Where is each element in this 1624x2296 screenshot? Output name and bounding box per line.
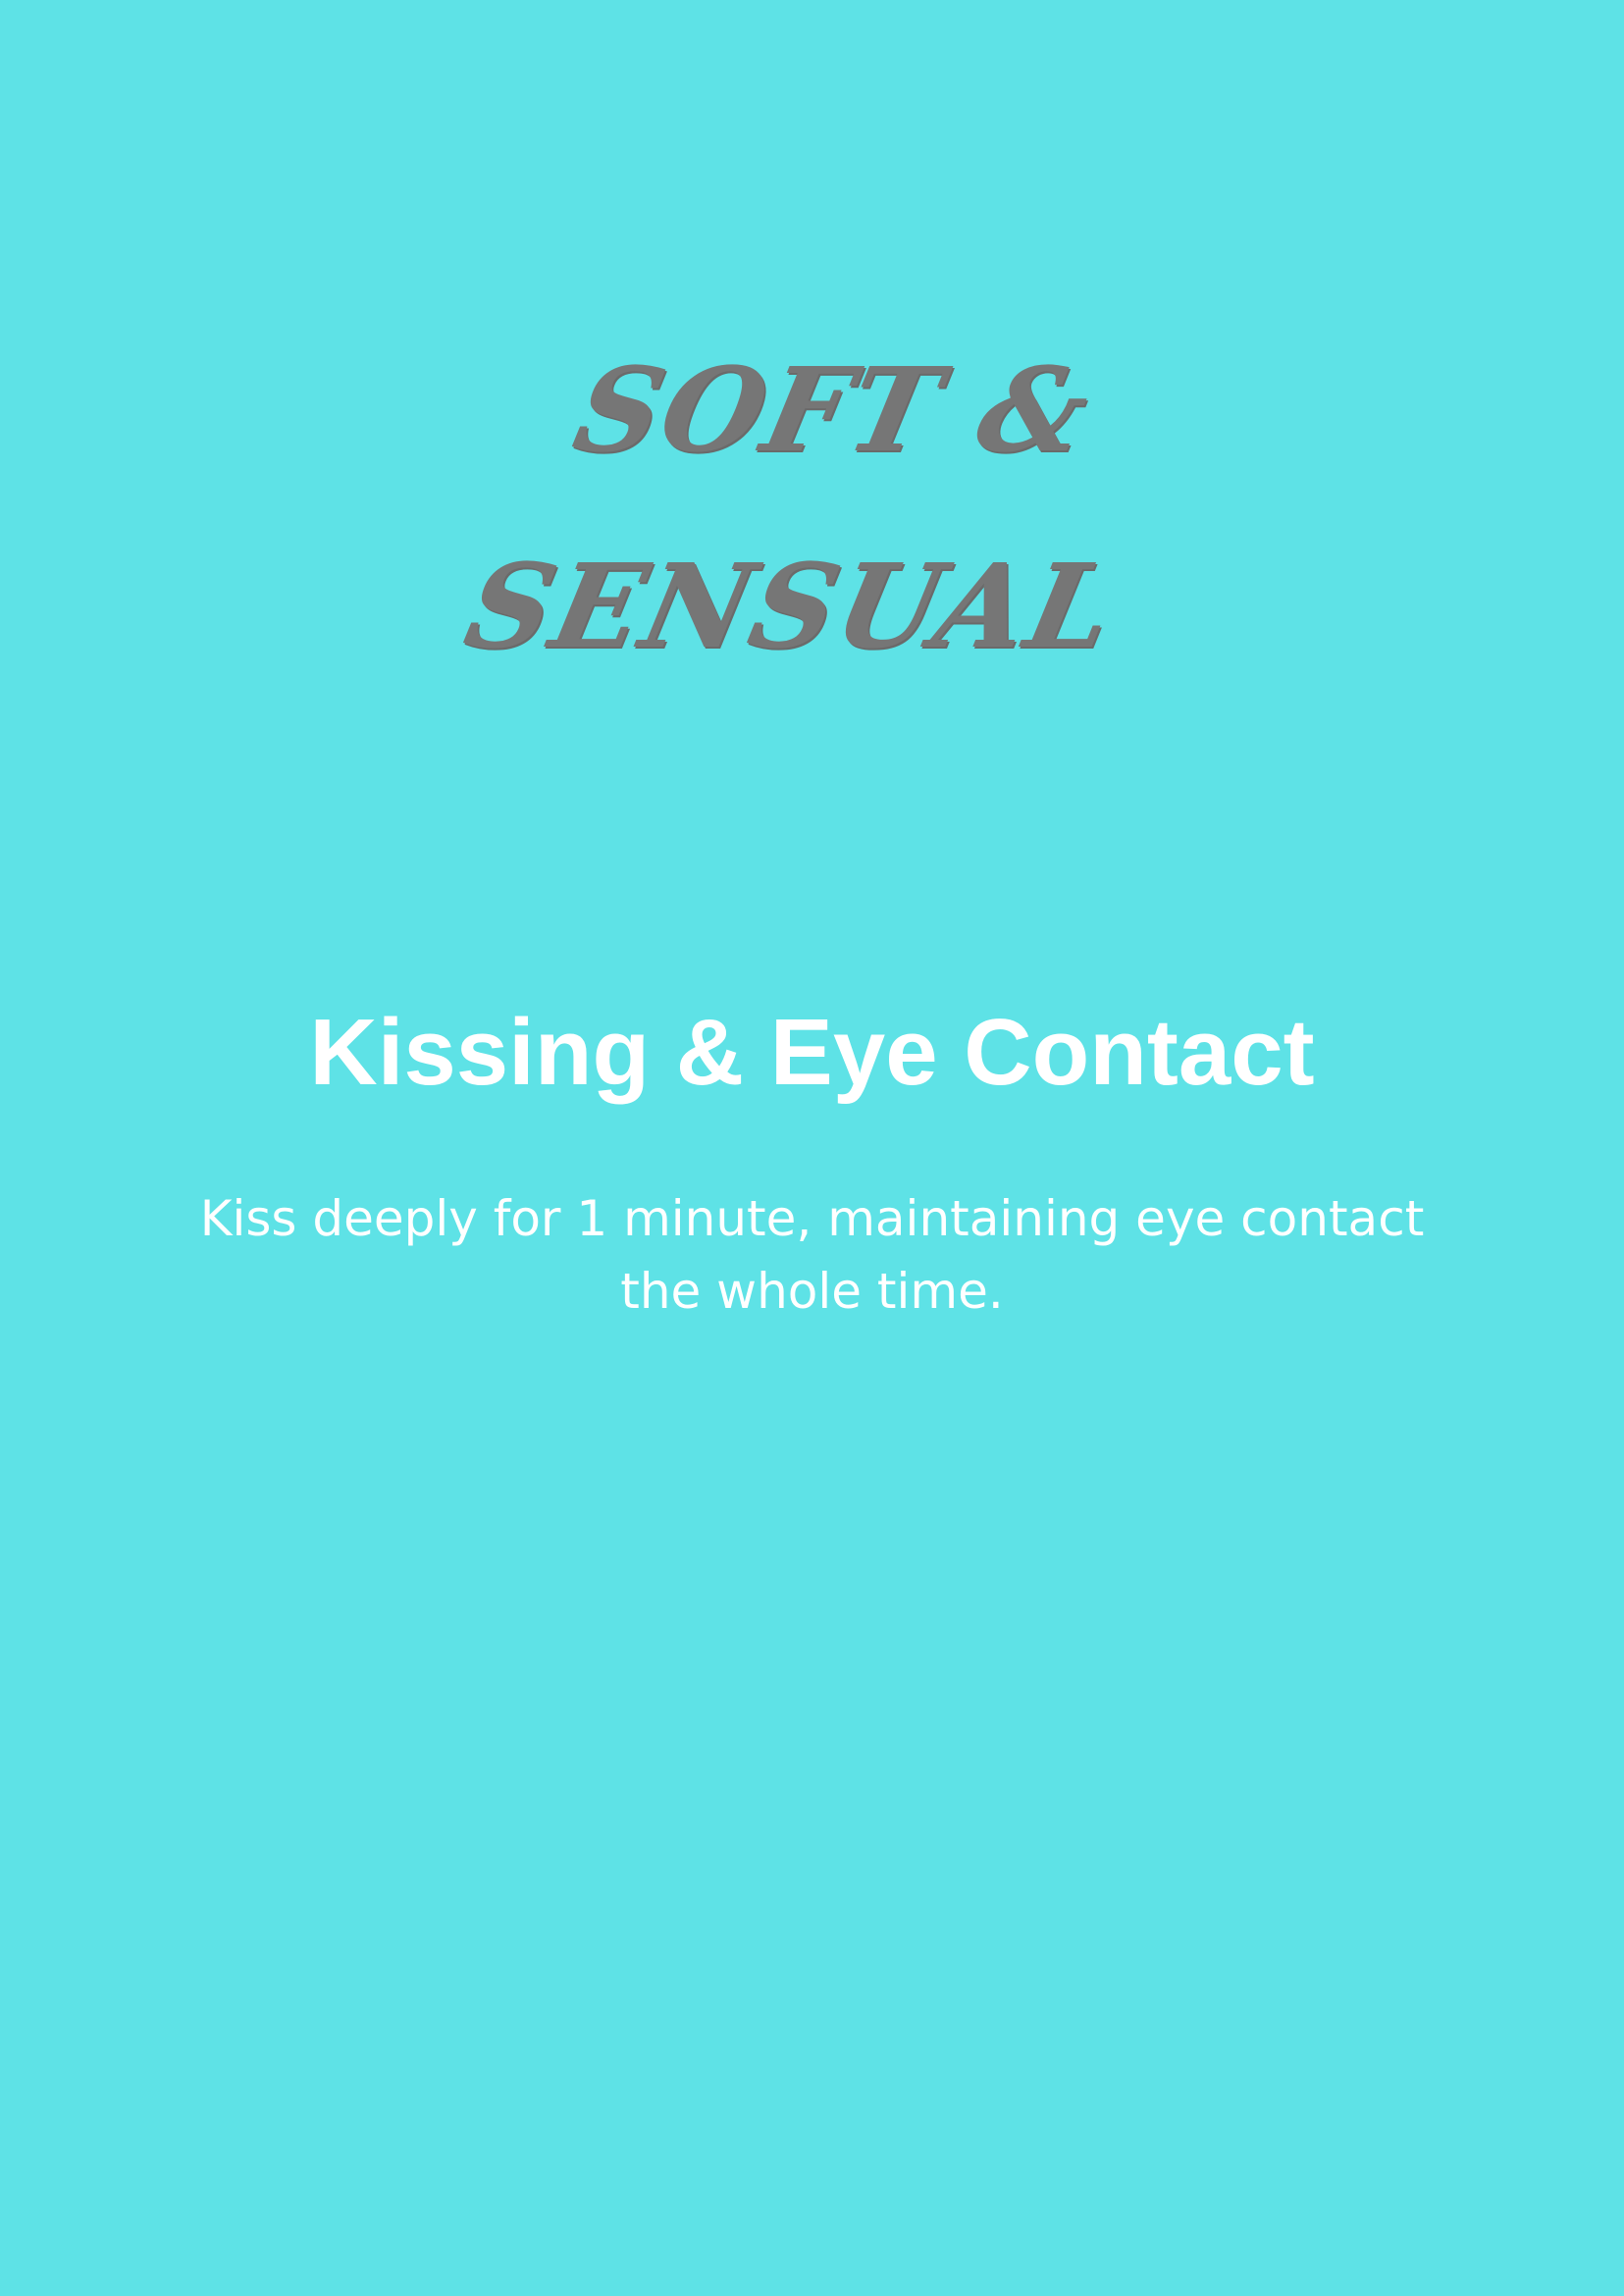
card-instruction: Kiss deeply for 1 minute, maintaining ey… bbox=[199, 1190, 1425, 1320]
card-page: SOFT & SENSUAL Kissing & Eye Contact Kis… bbox=[0, 0, 1624, 2296]
brand-logo: SOFT & SENSUAL bbox=[0, 312, 1624, 704]
card-title: Kissing & Eye Contact bbox=[309, 1000, 1315, 1105]
brand-logo-line-1: SOFT & bbox=[563, 341, 1103, 478]
brand-logo-line-2: SENSUAL bbox=[454, 538, 1128, 674]
